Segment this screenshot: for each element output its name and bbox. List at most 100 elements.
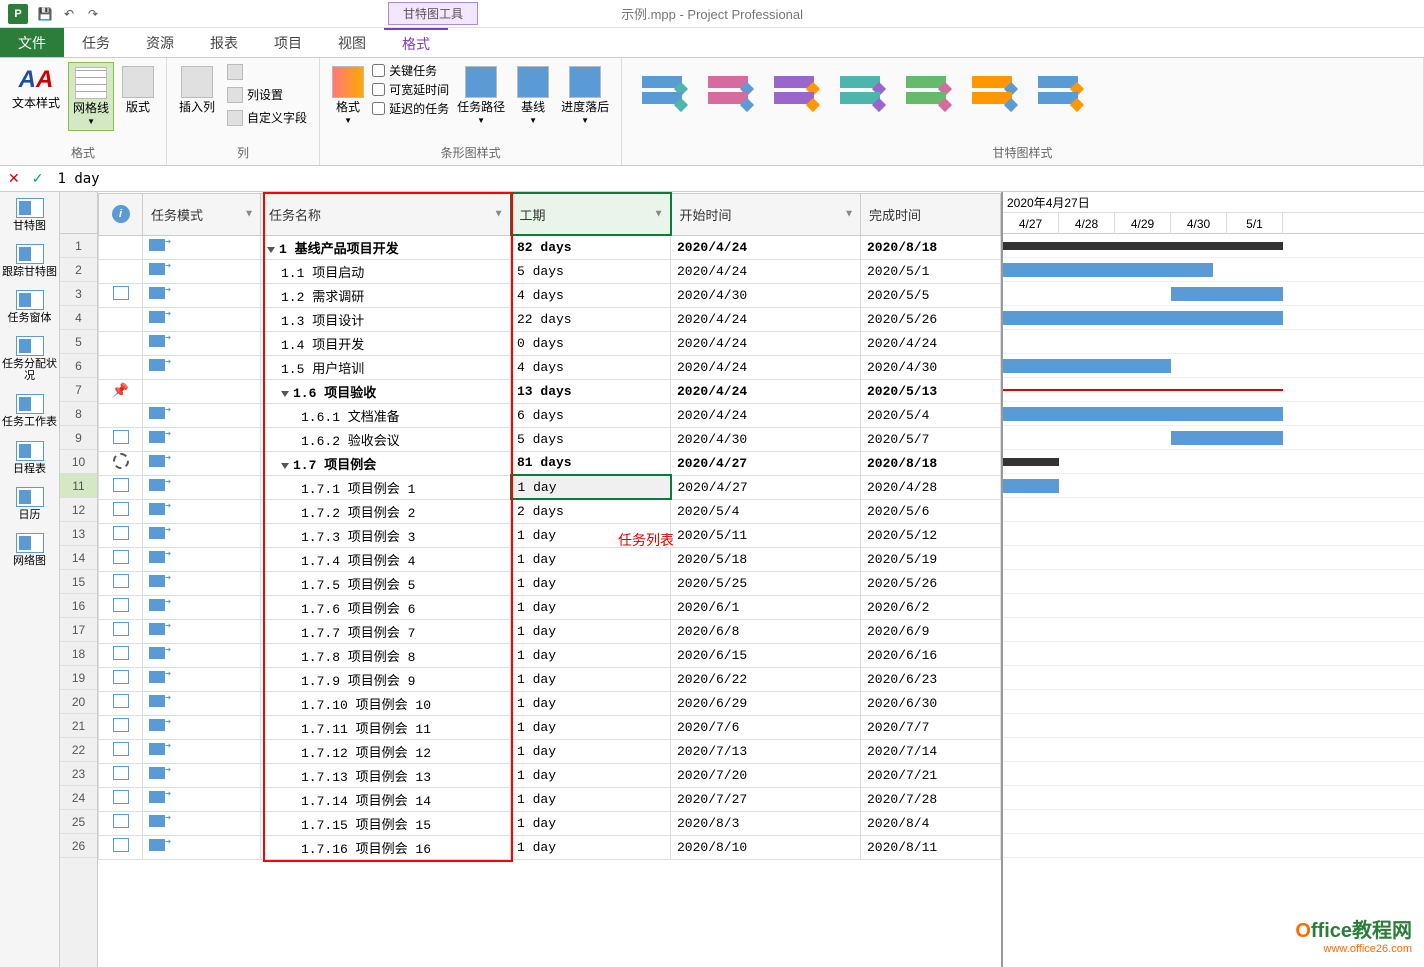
col-info[interactable]: i xyxy=(99,193,143,235)
task-row[interactable]: 1.2 需求调研 4 days 2020/4/30 2020/5/5 xyxy=(99,283,1001,307)
finish-cell[interactable]: 2020/8/4 xyxy=(861,811,1001,835)
start-cell[interactable]: 2020/5/25 xyxy=(671,571,861,595)
start-cell[interactable]: 2020/4/30 xyxy=(671,427,861,451)
gantt-row[interactable] xyxy=(1003,786,1424,810)
gantt-summary-bar[interactable] xyxy=(1003,458,1059,466)
task-row[interactable]: 1 基线产品项目开发 82 days 2020/4/24 2020/8/18 xyxy=(99,235,1001,259)
task-row[interactable]: 1.6.1 文档准备 6 days 2020/4/24 2020/5/4 xyxy=(99,403,1001,427)
gantt-style-6[interactable] xyxy=(968,70,1016,110)
finish-cell[interactable]: 2020/8/11 xyxy=(861,835,1001,859)
task-row[interactable]: 1.3 项目设计 22 days 2020/4/24 2020/5/26 xyxy=(99,307,1001,331)
row-number[interactable]: 12 xyxy=(60,498,97,522)
view-gantt[interactable]: 甘特图 xyxy=(0,192,59,238)
finish-cell[interactable]: 2020/5/6 xyxy=(861,499,1001,523)
task-name-cell[interactable]: 1.5 用户培训 xyxy=(261,355,511,379)
gantt-task-bar[interactable] xyxy=(1003,479,1059,493)
finish-cell[interactable]: 2020/5/7 xyxy=(861,427,1001,451)
gantt-row[interactable] xyxy=(1003,642,1424,666)
task-row[interactable]: 1.7.10 项目例会 10 1 day 2020/6/29 2020/6/30 xyxy=(99,691,1001,715)
gantt-row[interactable] xyxy=(1003,498,1424,522)
gantt-row[interactable] xyxy=(1003,450,1424,474)
task-row[interactable]: 1.1 项目启动 5 days 2020/4/24 2020/5/1 xyxy=(99,259,1001,283)
view-task-usage[interactable]: 任务分配状况 xyxy=(0,330,59,388)
col-name[interactable]: 任务名称▼ xyxy=(261,193,511,235)
row-number[interactable]: 9 xyxy=(60,426,97,450)
finish-cell[interactable]: 2020/7/7 xyxy=(861,715,1001,739)
gantt-progress-line[interactable] xyxy=(1003,389,1283,391)
task-table[interactable]: i 任务模式▼ 任务名称▼ 工期▼ 开始时间▼ 完成时间 1 基线产品项目开发 … xyxy=(98,192,1001,860)
gantt-row[interactable] xyxy=(1003,666,1424,690)
gantt-row[interactable] xyxy=(1003,282,1424,306)
duration-cell[interactable]: 4 days xyxy=(511,355,671,379)
task-name-cell[interactable]: 1.7.12 项目例会 12 xyxy=(261,739,511,763)
gantt-row[interactable] xyxy=(1003,402,1424,426)
start-cell[interactable]: 2020/4/24 xyxy=(671,259,861,283)
row-number[interactable]: 15 xyxy=(60,570,97,594)
gantt-row[interactable] xyxy=(1003,546,1424,570)
gantt-row[interactable] xyxy=(1003,330,1424,354)
duration-cell[interactable]: 5 days xyxy=(511,259,671,283)
row-number[interactable]: 22 xyxy=(60,738,97,762)
gantt-row[interactable] xyxy=(1003,570,1424,594)
finish-cell[interactable]: 2020/5/13 xyxy=(861,379,1001,403)
gantt-style-1[interactable] xyxy=(638,70,686,110)
task-name-cell[interactable]: 1.7 项目例会 xyxy=(261,451,511,475)
finish-cell[interactable]: 2020/7/21 xyxy=(861,763,1001,787)
task-name-cell[interactable]: 1.7.13 项目例会 13 xyxy=(261,763,511,787)
baseline-button[interactable]: 基线 ▼ xyxy=(513,62,553,129)
row-number[interactable]: 6 xyxy=(60,354,97,378)
gantt-style-5[interactable] xyxy=(902,70,950,110)
finish-cell[interactable]: 2020/4/24 xyxy=(861,331,1001,355)
tab-project[interactable]: 项目 xyxy=(256,28,320,57)
gantt-row[interactable] xyxy=(1003,258,1424,282)
task-name-cell[interactable]: 1.7.1 项目例会 1 xyxy=(261,475,511,499)
task-row[interactable]: 1.7.16 项目例会 16 1 day 2020/8/10 2020/8/11 xyxy=(99,835,1001,859)
finish-cell[interactable]: 2020/5/19 xyxy=(861,547,1001,571)
view-tracking-gantt[interactable]: 跟踪甘特图 xyxy=(0,238,59,284)
duration-cell[interactable]: 2 days xyxy=(511,499,671,523)
start-cell[interactable]: 2020/4/27 xyxy=(671,451,861,475)
task-name-cell[interactable]: 1.4 项目开发 xyxy=(261,331,511,355)
duration-cell[interactable]: 13 days xyxy=(511,379,671,403)
gantt-style-4[interactable] xyxy=(836,70,884,110)
duration-cell[interactable]: 1 day xyxy=(511,811,671,835)
gantt-row[interactable] xyxy=(1003,810,1424,834)
row-number[interactable]: 1 xyxy=(60,234,97,258)
view-network[interactable]: 网络图 xyxy=(0,527,59,573)
row-number[interactable]: 16 xyxy=(60,594,97,618)
task-name-cell[interactable]: 1.7.11 项目例会 11 xyxy=(261,715,511,739)
col-start[interactable]: 开始时间▼ xyxy=(671,193,861,235)
task-row[interactable]: 1.7.7 项目例会 7 1 day 2020/6/8 2020/6/9 xyxy=(99,619,1001,643)
row-number[interactable]: 20 xyxy=(60,690,97,714)
row-number[interactable]: 26 xyxy=(60,834,97,858)
task-row[interactable]: 1.7.15 项目例会 15 1 day 2020/8/3 2020/8/4 xyxy=(99,811,1001,835)
gantt-row[interactable] xyxy=(1003,474,1424,498)
start-cell[interactable]: 2020/4/24 xyxy=(671,235,861,259)
gantt-row[interactable] xyxy=(1003,354,1424,378)
gridlines-button[interactable]: 网格线 ▼ xyxy=(68,62,114,131)
collapse-icon[interactable] xyxy=(267,247,275,253)
start-cell[interactable]: 2020/6/1 xyxy=(671,595,861,619)
task-name-cell[interactable]: 1.7.3 项目例会 3 xyxy=(261,523,511,547)
custom-fields-button[interactable]: 自定义字段 xyxy=(223,107,311,128)
view-timeline[interactable]: 日程表 xyxy=(0,435,59,481)
view-task-sheet[interactable]: 任务工作表 xyxy=(0,388,59,434)
start-cell[interactable]: 2020/5/18 xyxy=(671,547,861,571)
save-icon[interactable]: 💾 xyxy=(36,5,54,23)
gantt-row[interactable] xyxy=(1003,714,1424,738)
slippage-button[interactable]: 进度落后 ▼ xyxy=(557,62,613,129)
gantt-row[interactable] xyxy=(1003,618,1424,642)
task-row[interactable]: 1.7.12 项目例会 12 1 day 2020/7/13 2020/7/14 xyxy=(99,739,1001,763)
gantt-row[interactable] xyxy=(1003,738,1424,762)
gantt-summary-bar[interactable] xyxy=(1003,242,1283,250)
align-left-button[interactable] xyxy=(223,62,311,82)
finish-cell[interactable]: 2020/4/28 xyxy=(861,475,1001,499)
task-row[interactable]: 1.6.2 验收会议 5 days 2020/4/30 2020/5/7 xyxy=(99,427,1001,451)
task-row[interactable]: 1.7.6 项目例会 6 1 day 2020/6/1 2020/6/2 xyxy=(99,595,1001,619)
col-mode[interactable]: 任务模式▼ xyxy=(143,193,261,235)
duration-cell[interactable]: 1 day xyxy=(511,547,671,571)
gantt-task-bar[interactable] xyxy=(1003,263,1213,277)
task-row[interactable]: 1.7.8 项目例会 8 1 day 2020/6/15 2020/6/16 xyxy=(99,643,1001,667)
duration-cell[interactable]: 1 day xyxy=(511,835,671,859)
critical-tasks-checkbox[interactable]: 关键任务 xyxy=(372,62,449,79)
